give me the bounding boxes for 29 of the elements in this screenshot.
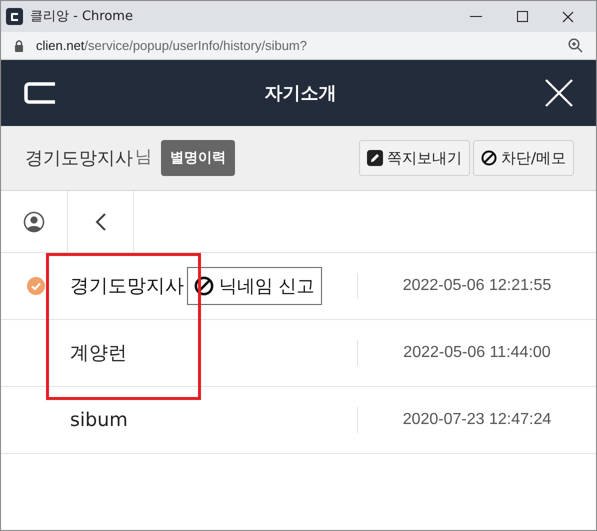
prohibited-icon	[480, 150, 497, 166]
maximize-icon	[516, 11, 528, 22]
url-text: clien.net/service/popup/userInfo/history/sibum?	[36, 36, 307, 55]
nickname-history-button[interactable]: 별명이력	[161, 140, 235, 176]
nickname-report-button[interactable]: 닉네임 신고	[187, 267, 322, 305]
site-logo-icon[interactable]	[24, 82, 56, 104]
lock-icon	[14, 40, 24, 52]
change-time: 2020-07-23 12:47:24	[402, 410, 552, 430]
prohibited-icon	[194, 276, 214, 296]
zoom-icon[interactable]	[568, 38, 583, 53]
action-button[interactable]: 쪽지보내기	[358, 140, 470, 176]
honorific-text: 님	[135, 146, 152, 170]
app-logo-icon	[6, 8, 23, 25]
action-button[interactable]: 차단/메모	[472, 140, 574, 176]
nickname-entry: 계양런	[70, 340, 127, 366]
change-time: 2022-05-06 12:21:55	[402, 276, 552, 296]
window-title: 클리앙 - Chrome	[30, 8, 133, 26]
change-time: 2022-05-06 11:44:00	[402, 343, 552, 363]
minimize-icon	[470, 16, 482, 18]
back-chevron-icon	[94, 212, 106, 232]
pencil-icon	[366, 150, 383, 166]
close-icon[interactable]	[545, 79, 573, 107]
nickname-entry: 경기도망지사	[70, 274, 184, 299]
header-title: 자기소개	[264, 82, 338, 106]
close-icon	[562, 10, 574, 22]
nickname-text: 경기도망지사	[25, 146, 133, 170]
user-circle-icon	[23, 210, 45, 232]
address-bar[interactable]: clien.net/service/popup/userInfo/history/sibum?	[1, 32, 596, 60]
nickname-entry: sibum	[70, 408, 128, 433]
